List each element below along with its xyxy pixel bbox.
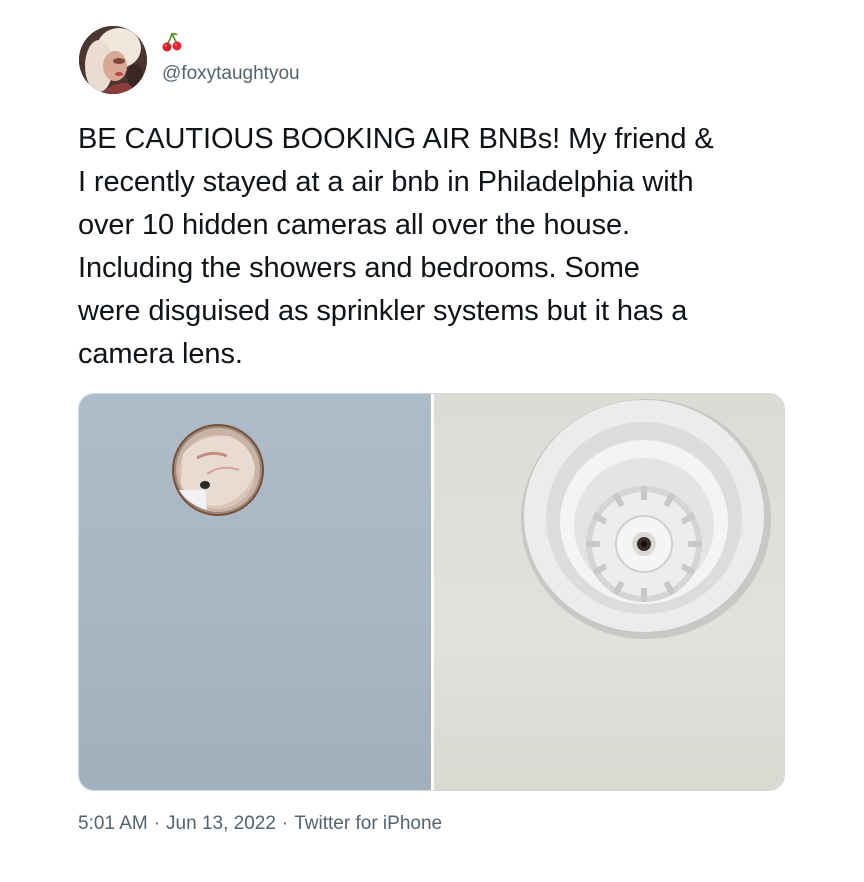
meta-separator: ·: [281, 813, 289, 834]
tweet-card: @foxytaughtyou BE CAUTIOUS BOOKING AIR B…: [0, 0, 864, 882]
photo-sprinkler-camera[interactable]: [434, 394, 784, 790]
meta-separator: ·: [153, 813, 161, 834]
tweet-source[interactable]: Twitter for iPhone: [294, 813, 442, 835]
tweet-date[interactable]: Jun 13, 2022: [166, 813, 276, 835]
avatar[interactable]: [79, 26, 147, 94]
tweet-time[interactable]: 5:01 AM: [78, 813, 148, 835]
tweet-meta: 5:01 AM · Jun 13, 2022 · Twitter for iPh…: [78, 813, 442, 835]
user-handle[interactable]: @foxytaughtyou: [162, 63, 300, 85]
avatar-photo: [79, 26, 147, 94]
photo-ceiling-hole[interactable]: [79, 394, 431, 790]
tweet-text: BE CAUTIOUS BOOKING AIR BNBs! My friend …: [78, 123, 714, 370]
cherry-icon: [162, 31, 182, 58]
media-grid: [78, 393, 785, 791]
display-name[interactable]: [162, 32, 182, 56]
